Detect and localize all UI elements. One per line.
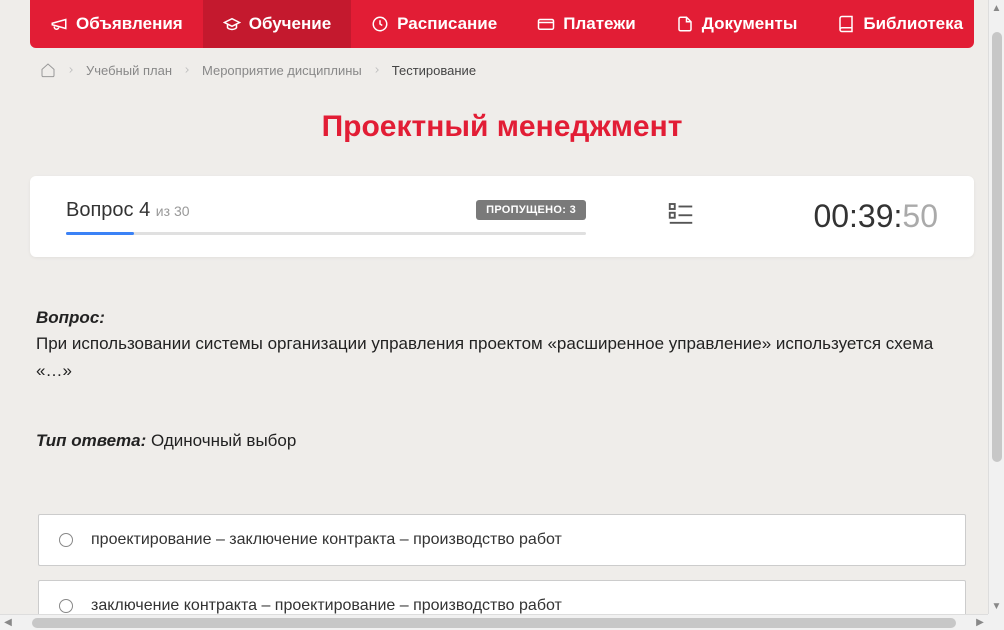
nav-item-payments[interactable]: Платежи xyxy=(517,0,656,48)
nav-item-announcements[interactable]: Объявления xyxy=(30,0,203,48)
answer-type-block: Тип ответа: Одиночный выбор xyxy=(36,428,968,454)
answer-type-label: Тип ответа: xyxy=(36,431,146,450)
vertical-scrollbar[interactable]: ▲ ▼ xyxy=(988,0,1004,614)
timer-main: 00:39: xyxy=(813,198,902,235)
nav-label: Библиотека xyxy=(863,14,963,34)
answer-option[interactable]: заключение контракта – проектирование – … xyxy=(38,580,966,614)
scrollbar-thumb[interactable] xyxy=(32,618,956,628)
question-label: Вопрос: xyxy=(36,308,105,327)
timer: 00:39:50 xyxy=(813,198,938,235)
breadcrumb-testing: Тестирование xyxy=(392,63,476,78)
answers-list: проектирование – заключение контракта – … xyxy=(30,514,974,614)
horizontal-scrollbar[interactable]: ◀ ▶ xyxy=(0,614,988,630)
nav-label: Документы xyxy=(702,14,798,34)
nav-label: Объявления xyxy=(76,14,183,34)
question-body: Вопрос: При использовании системы органи… xyxy=(30,305,974,454)
card-icon xyxy=(537,15,555,33)
breadcrumb-study-plan[interactable]: Учебный план xyxy=(86,63,172,78)
answer-text: заключение контракта – проектирование – … xyxy=(91,597,562,614)
question-total: из 30 xyxy=(156,203,190,219)
radio-icon xyxy=(59,533,73,547)
status-panel: Вопрос 4 из 30 ПРОПУЩЕНО: 3 00:39:5 xyxy=(30,176,974,257)
answer-type-value: Одиночный выбор xyxy=(151,431,296,450)
scroll-right-arrow-icon[interactable]: ▶ xyxy=(972,617,988,628)
megaphone-icon xyxy=(50,15,68,33)
radio-icon xyxy=(59,599,73,613)
top-navigation: Объявления Обучение Расписание Платежи Д… xyxy=(30,0,974,48)
list-icon xyxy=(666,199,696,229)
question-text-block: Вопрос: При использовании системы органи… xyxy=(36,305,968,384)
answer-text: проектирование – заключение контракта – … xyxy=(91,531,562,549)
scroll-up-arrow-icon[interactable]: ▲ xyxy=(992,0,1002,16)
question-progress: Вопрос 4 из 30 ПРОПУЩЕНО: 3 xyxy=(66,199,586,235)
chevron-right-icon xyxy=(182,65,192,75)
answer-option[interactable]: проектирование – заключение контракта – … xyxy=(38,514,966,566)
nav-label: Расписание xyxy=(397,14,497,34)
skipped-badge: ПРОПУЩЕНО: 3 xyxy=(476,200,586,220)
home-icon[interactable] xyxy=(40,62,56,78)
breadcrumb: Учебный план Мероприятие дисциплины Тест… xyxy=(30,48,974,92)
nav-item-documents[interactable]: Документы xyxy=(656,0,818,48)
scroll-corner xyxy=(988,614,1004,630)
question-text: При использовании системы организации уп… xyxy=(36,334,933,379)
book-icon xyxy=(837,15,855,33)
nav-item-education[interactable]: Обучение xyxy=(203,0,351,48)
clock-icon xyxy=(371,15,389,33)
question-list-button[interactable] xyxy=(666,199,696,234)
nav-item-library[interactable]: Библиотека xyxy=(817,0,974,48)
nav-label: Платежи xyxy=(563,14,636,34)
nav-item-schedule[interactable]: Расписание xyxy=(351,0,517,48)
chevron-right-icon xyxy=(372,65,382,75)
page-title: Проектный менеджмент xyxy=(30,110,974,144)
scrollbar-thumb[interactable] xyxy=(992,32,1002,462)
scroll-down-arrow-icon[interactable]: ▼ xyxy=(992,598,1002,614)
timer-seconds: 50 xyxy=(902,198,938,235)
question-number: Вопрос 4 xyxy=(66,199,156,221)
breadcrumb-discipline-event[interactable]: Мероприятие дисциплины xyxy=(202,63,362,78)
progress-fill xyxy=(66,232,134,235)
graduation-icon xyxy=(223,15,241,33)
scroll-left-arrow-icon[interactable]: ◀ xyxy=(0,617,16,628)
document-icon xyxy=(676,15,694,33)
nav-label: Обучение xyxy=(249,14,331,34)
chevron-right-icon xyxy=(66,65,76,75)
progress-bar xyxy=(66,232,586,235)
